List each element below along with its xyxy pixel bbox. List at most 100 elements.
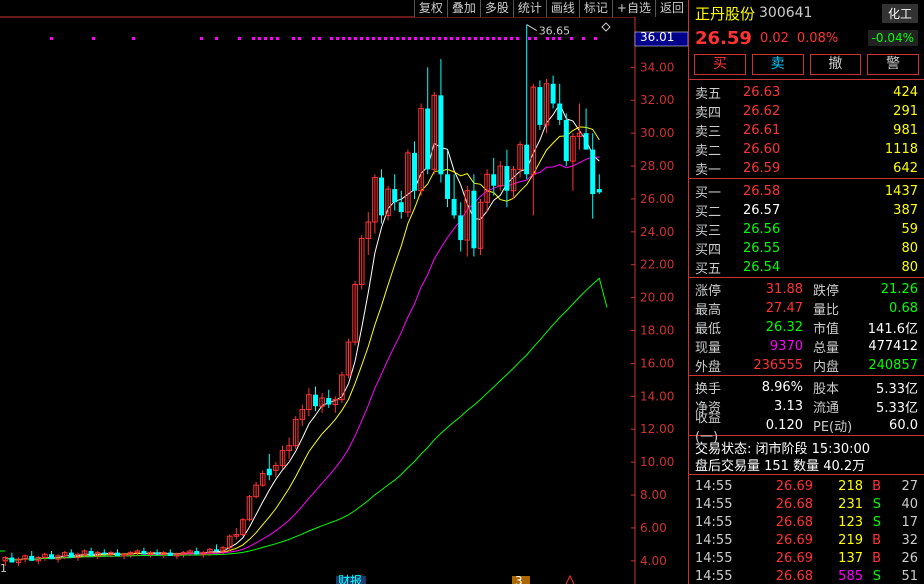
candle-body xyxy=(29,555,35,561)
candle-body xyxy=(550,83,556,104)
bid-price: 26.58 xyxy=(743,184,781,199)
sector-name[interactable]: 化工 xyxy=(881,3,918,23)
candle-body xyxy=(101,552,107,555)
signal-dot xyxy=(360,37,363,40)
tick-row: 14:55 26.68 123 S 17 xyxy=(689,513,924,531)
stat-label: 涨停 xyxy=(695,284,722,299)
high-annotation-line xyxy=(526,24,537,32)
quote-panel: 正丹股份 300641 化工 26.59 0.02 0.08% -0.04% 买… xyxy=(688,0,924,584)
signal-dot xyxy=(264,37,267,40)
candle-body xyxy=(438,95,444,175)
toolbar-item-2[interactable]: 多股 xyxy=(479,0,513,17)
action-button-3[interactable]: 警 xyxy=(867,54,919,75)
stat-label: 换手 xyxy=(695,382,722,397)
bid-price: 26.55 xyxy=(743,241,781,256)
high-annotation: 36.65 xyxy=(539,25,571,38)
bid-label: 买三 xyxy=(695,224,722,239)
tick-price: 26.68 xyxy=(775,568,813,584)
stat-value: 21.26 xyxy=(880,282,918,297)
price-axis-label: 30.00 xyxy=(640,126,674,140)
bid-row: 买四 26.55 80 xyxy=(689,239,924,258)
stat-value: 5.33亿 xyxy=(876,401,918,416)
price-axis-label: 16.00 xyxy=(640,356,674,370)
kline-chart[interactable]: 34.00 32.00 30.00 28.00 26.00 24.00 22.00 20.00… xyxy=(0,0,688,584)
tick-side: B xyxy=(872,550,881,566)
candle-body xyxy=(392,189,398,203)
stat-label: 现量 xyxy=(695,341,722,356)
stat-label: 最低 xyxy=(695,322,722,337)
signal-dot xyxy=(378,37,381,40)
price-axis-label: 34.00 xyxy=(640,60,674,74)
stat-value: 27.47 xyxy=(765,301,803,316)
candle-body xyxy=(398,202,404,213)
stat-label: 外盘 xyxy=(695,360,722,375)
toolbar-item-7[interactable]: 返回 xyxy=(654,0,688,17)
tick-row: 14:55 26.69 218 B 27 xyxy=(689,477,924,495)
signal-dot xyxy=(200,37,203,40)
signal-dot xyxy=(238,37,241,40)
signal-dot xyxy=(570,37,573,40)
tick-volume: 137 xyxy=(838,550,863,566)
tick-price: 26.68 xyxy=(775,514,813,530)
toolbar-item-6[interactable]: +自选 xyxy=(611,0,655,17)
ask-price: 26.59 xyxy=(743,161,781,176)
event-marker-label: 财报 xyxy=(338,573,362,584)
signal-dot xyxy=(594,37,597,40)
stat-label: 总量 xyxy=(813,341,840,356)
candle-body xyxy=(141,550,147,555)
ask-row: 卖二 26.60 1118 xyxy=(689,140,924,159)
signal-dot xyxy=(390,37,393,40)
toolbar-item-3[interactable]: 统计 xyxy=(512,0,546,17)
candle-body xyxy=(326,397,332,405)
toolbar-item-1[interactable]: 叠加 xyxy=(446,0,480,17)
tick-price: 26.69 xyxy=(775,532,813,548)
signal-dot xyxy=(92,37,95,40)
toolbar-item-5[interactable]: 标记 xyxy=(578,0,612,17)
bid-row: 买五 26.54 80 xyxy=(689,258,924,277)
candle-body xyxy=(471,190,477,249)
signal-dot xyxy=(510,37,513,40)
tick-volume: 123 xyxy=(838,514,863,530)
bid-book: 买一 26.58 1437 买二 26.57 387 买三 26.56 59 买四 26.55 80 买… xyxy=(689,179,924,277)
price-axis-label: 12.00 xyxy=(640,422,674,436)
tick-list[interactable]: 14:55 26.69 218 B 27 14:55 26.68 231 S 40 14:55 26.… xyxy=(689,475,924,584)
toolbar-item-0[interactable]: 复权 xyxy=(413,0,447,17)
tick-volume: 219 xyxy=(838,532,863,548)
sector-change: -0.04% xyxy=(867,30,918,46)
tick-row: 14:55 26.69 137 B 26 xyxy=(689,549,924,567)
signal-dot xyxy=(298,37,301,40)
candle-body xyxy=(491,174,497,186)
stock-name: 正丹股份 xyxy=(695,4,756,23)
up-arrow-icon xyxy=(565,574,575,584)
signal-dot xyxy=(462,37,465,40)
candle-body xyxy=(49,554,54,560)
tick-time: 14:55 xyxy=(695,514,733,530)
signal-dot xyxy=(408,37,411,40)
signal-dot xyxy=(552,37,555,40)
price-axis-label: 26.00 xyxy=(640,192,674,206)
bid-volume: 387 xyxy=(893,203,918,218)
stat-value: 8.96% xyxy=(761,380,803,395)
price-axis-label: 20.00 xyxy=(640,291,674,305)
signal-dot xyxy=(318,37,321,40)
action-button-2[interactable]: 撤 xyxy=(809,54,862,75)
action-button-0[interactable]: 买 xyxy=(694,54,746,75)
kline-svg[interactable]: 34.0032.0030.0028.0026.0024.0022.0020.00… xyxy=(0,0,688,584)
action-button-1[interactable]: 卖 xyxy=(751,54,804,75)
stat-value: 5.33亿 xyxy=(876,382,918,397)
candle-body xyxy=(412,152,417,191)
stat-value: 0.120 xyxy=(765,418,803,433)
candle-body xyxy=(9,557,15,563)
ask-volume: 642 xyxy=(893,161,918,176)
toolbar-item-4[interactable]: 画线 xyxy=(545,0,579,17)
candle-body xyxy=(88,550,94,556)
tick-side: B xyxy=(872,532,881,548)
stat-value: 9370 xyxy=(769,339,803,354)
stat-value: 60.0 xyxy=(889,418,918,433)
signal-dot xyxy=(330,37,333,40)
tick-count: 17 xyxy=(901,514,918,530)
price-axis-label: 28.00 xyxy=(640,159,674,173)
signal-dot xyxy=(276,37,279,40)
signal-dot xyxy=(486,37,489,40)
price-axis-label: 4.00 xyxy=(640,554,667,568)
